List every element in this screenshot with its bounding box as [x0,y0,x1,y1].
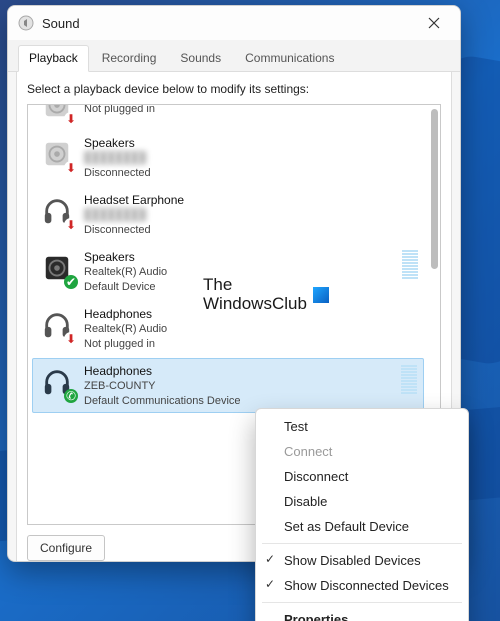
window-title: Sound [42,16,412,31]
configure-button[interactable]: Configure [27,535,105,561]
device-status: Default Device [84,280,418,295]
context-separator [262,543,462,544]
device-text: HeadphonesZEB-COUNTYDefault Communicatio… [84,363,418,409]
context-separator [262,602,462,603]
context-item-connect: Connect [256,439,468,464]
speaker-icon: ⬇ [38,135,76,173]
device-row[interactable]: ⬇ AMD High Definition Audio DeviceNot plu… [32,104,424,130]
device-status: Not plugged in [84,337,418,352]
device-row[interactable]: ⬇Speakers████████Disconnected [32,130,424,187]
device-status: Default Communications Device [84,394,418,409]
device-sub: Realtek(R) Audio [84,265,418,280]
device-text: HeadphonesRealtek(R) AudioNot plugged in [84,306,418,352]
tab-sounds[interactable]: Sounds [169,45,232,72]
tab-recording[interactable]: Recording [91,45,168,72]
context-item-show-disabled-devices[interactable]: Show Disabled Devices [256,548,468,573]
device-name: Headset Earphone [84,192,418,208]
headphones-icon: ⬇ [38,306,76,344]
device-sub: ████████ [84,151,418,166]
sound-icon [18,15,34,31]
device-text: AMD High Definition Audio DeviceNot plug… [84,104,418,124]
device-text: SpeakersRealtek(R) AudioDefault Device [84,249,418,295]
instruction-text: Select a playback device below to modify… [27,82,441,96]
context-item-set-as-default-device[interactable]: Set as Default Device [256,514,468,539]
device-name: Speakers [84,135,418,151]
level-meter [401,365,417,394]
device-status: Not plugged in [84,104,418,117]
device-row[interactable]: ✔SpeakersRealtek(R) AudioDefault Device [32,244,424,301]
speaker-dark-icon: ✔ [38,249,76,287]
headphones-icon: ✆ [38,363,76,401]
scrollbar-thumb[interactable] [431,109,438,269]
device-row[interactable]: ✆HeadphonesZEB-COUNTYDefault Communicati… [32,358,424,414]
device-text: Headset Earphone████████Disconnected [84,192,418,238]
device-name: Speakers [84,249,418,265]
close-button[interactable] [412,8,456,38]
context-menu: TestConnectDisconnectDisableSet as Defau… [255,408,469,621]
tab-communications[interactable]: Communications [234,45,345,72]
device-row[interactable]: ⬇HeadphonesRealtek(R) AudioNot plugged i… [32,301,424,358]
speaker-icon: ⬇ [38,104,76,124]
context-item-properties[interactable]: Properties [256,607,468,621]
context-item-test[interactable]: Test [256,414,468,439]
titlebar: Sound [8,6,460,40]
device-sub: ZEB-COUNTY [84,379,418,394]
device-sub: Realtek(R) Audio [84,322,418,337]
context-item-disable[interactable]: Disable [256,489,468,514]
tabstrip: Playback Recording Sounds Communications [8,40,460,72]
device-row[interactable]: ⬇Headset Earphone████████Disconnected [32,187,424,244]
device-status: Disconnected [84,166,418,181]
context-item-show-disconnected-devices[interactable]: Show Disconnected Devices [256,573,468,598]
device-sub: ████████ [84,208,418,223]
device-text: Speakers████████Disconnected [84,135,418,181]
headphones-icon: ⬇ [38,192,76,230]
tab-playback[interactable]: Playback [18,45,89,72]
device-name: Headphones [84,306,418,322]
device-name: Headphones [84,363,418,379]
device-status: Disconnected [84,223,418,238]
context-item-disconnect[interactable]: Disconnect [256,464,468,489]
level-meter [402,250,418,279]
